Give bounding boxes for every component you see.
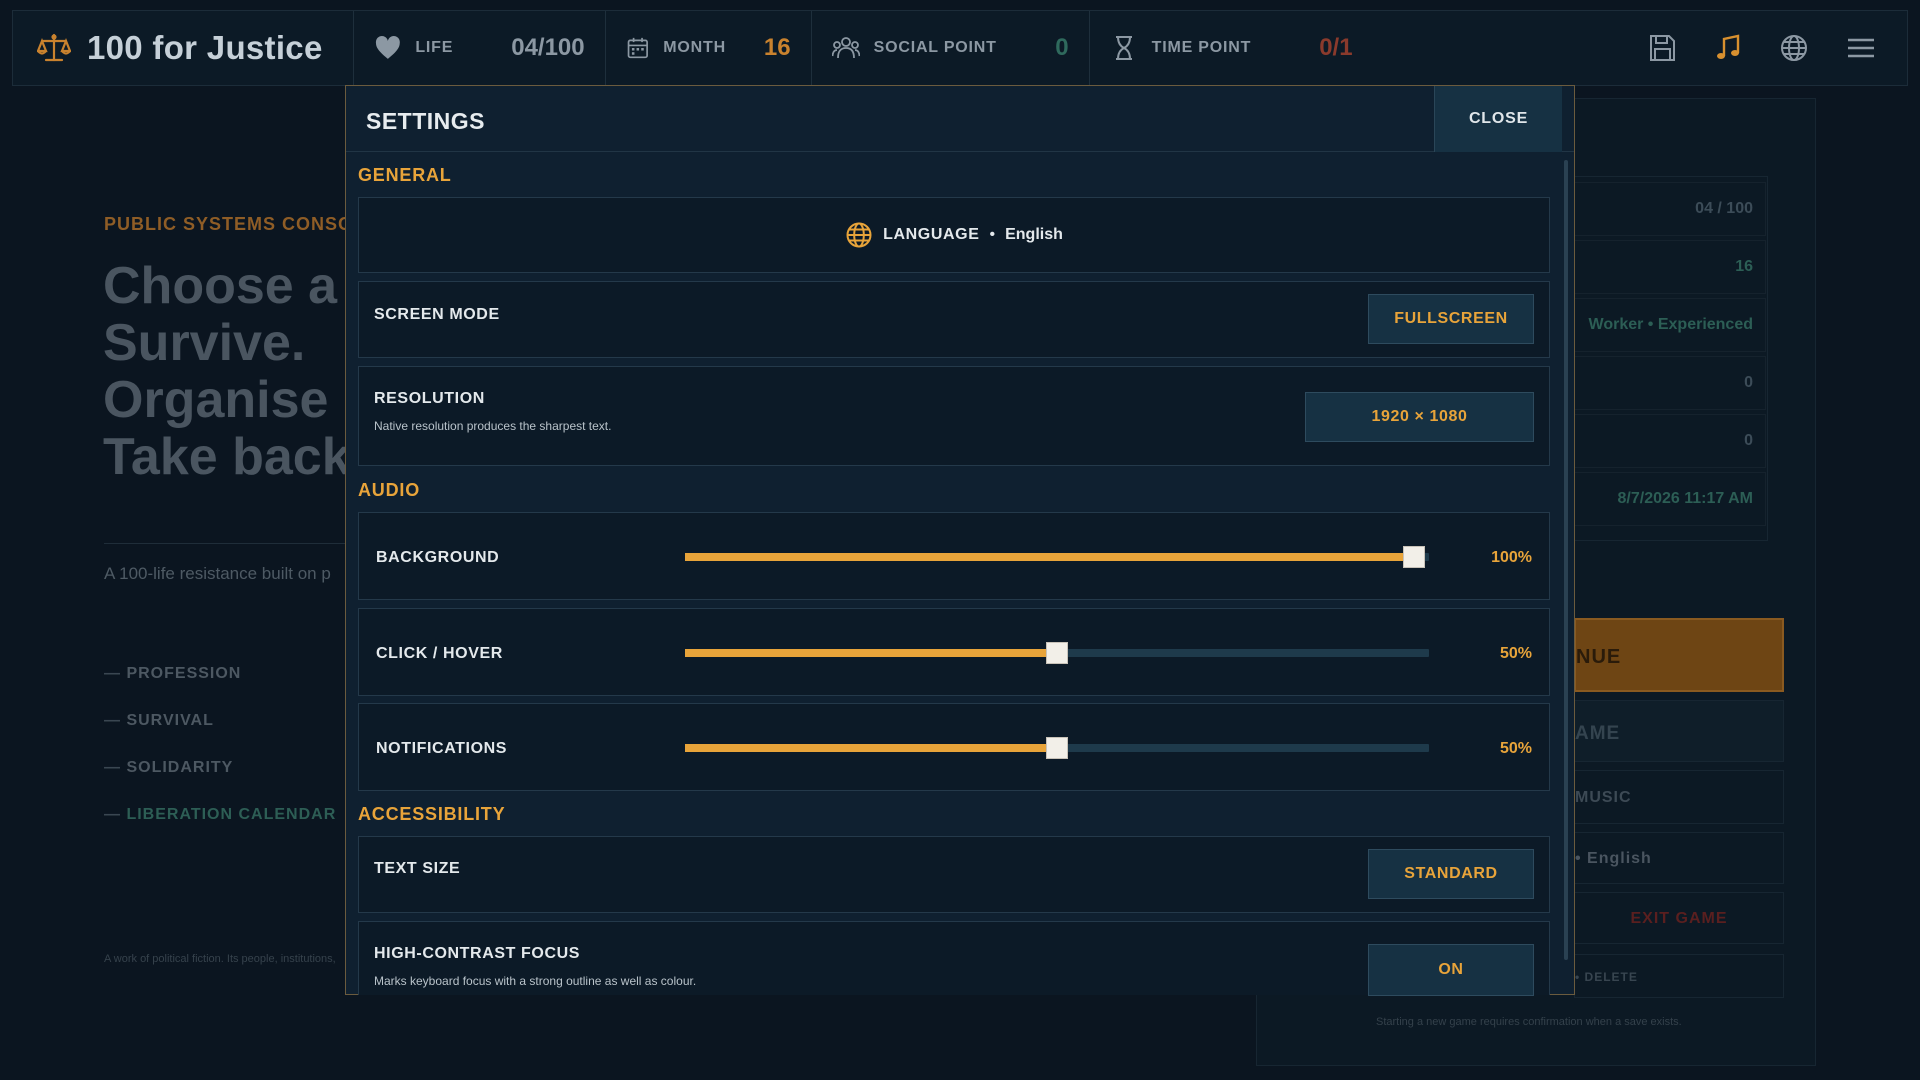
headline-line: Organise bbox=[103, 371, 329, 429]
save-date: 8/7/2026 11:17 AM bbox=[1617, 490, 1754, 507]
music-icon[interactable] bbox=[1713, 33, 1743, 63]
slider-fill bbox=[685, 553, 1415, 561]
close-button[interactable]: CLOSE bbox=[1434, 86, 1562, 152]
language-button[interactable]: • English bbox=[1574, 832, 1784, 884]
save-icon[interactable] bbox=[1647, 33, 1677, 63]
screen-mode-setting: SCREEN MODE FULLSCREEN bbox=[358, 281, 1550, 358]
text-size-label: TEXT SIZE bbox=[374, 860, 461, 877]
click-hover-volume-slider[interactable] bbox=[685, 642, 1429, 664]
resolution-label: RESOLUTION bbox=[374, 390, 485, 407]
screen-mode-button[interactable]: FULLSCREEN bbox=[1368, 294, 1534, 344]
notifications-volume-slider[interactable] bbox=[685, 737, 1429, 759]
slider-fill bbox=[685, 649, 1057, 657]
save-life: 04 / 100 bbox=[1695, 200, 1753, 217]
save-social: 0 bbox=[1744, 374, 1753, 391]
notifications-volume-setting: NOTIFICATIONS 50% bbox=[358, 703, 1550, 791]
background-volume-slider[interactable] bbox=[685, 546, 1429, 568]
separator-dot: • bbox=[989, 226, 996, 243]
section-accessibility-heading: ACCESSIBILITY bbox=[358, 804, 506, 824]
high-contrast-focus-toggle[interactable]: ON bbox=[1368, 944, 1534, 996]
globe-icon bbox=[846, 222, 872, 248]
delete-save-button[interactable]: • DELETE bbox=[1574, 954, 1784, 998]
language-label: LANGUAGE bbox=[883, 226, 980, 243]
music-button[interactable]: MUSIC bbox=[1574, 770, 1784, 824]
social-point-value: 0 bbox=[1055, 34, 1069, 61]
language-value: English bbox=[1005, 226, 1063, 243]
background-volume-label: BACKGROUND bbox=[376, 549, 500, 566]
resolution-description: Native resolution produces the sharpest … bbox=[374, 419, 612, 433]
people-icon bbox=[831, 37, 860, 59]
click-hover-volume-label: CLICK / HOVER bbox=[376, 645, 503, 662]
background-divider bbox=[104, 543, 354, 544]
globe-icon[interactable] bbox=[1779, 33, 1809, 63]
top-bar: 100 for Justice LIFE 04/100 MONTH 16 SOC… bbox=[12, 10, 1908, 86]
screen-mode-label: SCREEN MODE bbox=[374, 306, 500, 323]
settings-scrollbar[interactable] bbox=[1564, 160, 1568, 960]
nav-item-survival[interactable]: SURVIVAL bbox=[104, 712, 336, 759]
new-game-note: Starting a new game requires confirmatio… bbox=[1376, 1016, 1682, 1028]
headline-line: Take back bbox=[103, 428, 351, 486]
text-size-setting: TEXT SIZE STANDARD bbox=[358, 836, 1550, 913]
life-label: LIFE bbox=[415, 39, 454, 56]
slider-handle[interactable] bbox=[1046, 737, 1068, 759]
game-title: 100 for Justice bbox=[87, 29, 323, 66]
slider-handle[interactable] bbox=[1046, 642, 1068, 664]
social-point-label: SOCIAL POINT bbox=[873, 39, 997, 56]
notifications-volume-value: 50% bbox=[1499, 740, 1532, 757]
save-time: 0 bbox=[1744, 432, 1753, 449]
language-setting[interactable]: LANGUAGE • English bbox=[358, 197, 1550, 273]
save-month: 16 bbox=[1735, 258, 1753, 275]
social-point-stat: SOCIAL POINT 0 bbox=[812, 11, 1090, 85]
background-nav: PROFESSION SURVIVAL SOLIDARITY LIBERATIO… bbox=[104, 665, 336, 853]
settings-header: SETTINGS CLOSE bbox=[346, 86, 1574, 152]
high-contrast-focus-label: HIGH-CONTRAST FOCUS bbox=[374, 945, 581, 962]
slider-handle[interactable] bbox=[1403, 546, 1426, 568]
settings-modal: SETTINGS CLOSE GENERAL LANGUAGE • Englis… bbox=[345, 85, 1575, 996]
click-hover-volume-setting: CLICK / HOVER 50% bbox=[358, 608, 1550, 696]
background-headline: Choose a Survive. Organise Take back bbox=[103, 258, 351, 486]
time-point-stat: TIME POINT 0/1 bbox=[1090, 11, 1373, 85]
month-label: MONTH bbox=[663, 39, 726, 56]
nav-item-liberation-calendar[interactable]: LIBERATION CALENDAR bbox=[104, 806, 336, 853]
click-hover-volume-value: 50% bbox=[1499, 645, 1532, 662]
resolution-setting: RESOLUTION Native resolution produces th… bbox=[358, 366, 1550, 466]
continue-button[interactable]: NUE bbox=[1574, 618, 1784, 692]
menu-icon[interactable] bbox=[1845, 33, 1877, 63]
heart-icon bbox=[375, 36, 400, 59]
headline-line: Survive. bbox=[103, 314, 306, 372]
background-subtitle: A 100-life resistance built on p bbox=[104, 564, 331, 583]
time-point-value: 0/1 bbox=[1319, 34, 1353, 61]
life-value: 04/100 bbox=[511, 34, 585, 61]
section-general-heading: GENERAL bbox=[358, 165, 452, 185]
new-game-button[interactable]: AME bbox=[1574, 700, 1784, 762]
background-volume-setting: BACKGROUND 100% bbox=[358, 512, 1550, 600]
high-contrast-focus-setting: HIGH-CONTRAST FOCUS Marks keyboard focus… bbox=[358, 921, 1550, 996]
notifications-volume-label: NOTIFICATIONS bbox=[376, 740, 508, 757]
exit-game-button[interactable]: EXIT GAME bbox=[1574, 892, 1784, 944]
game-title-block: 100 for Justice bbox=[13, 11, 354, 85]
background-eyebrow: PUBLIC SYSTEMS CONSO bbox=[104, 214, 354, 234]
calendar-icon bbox=[627, 37, 648, 59]
text-size-button[interactable]: STANDARD bbox=[1368, 849, 1534, 899]
background-disclaimer: A work of political fiction. Its people,… bbox=[104, 953, 336, 965]
slider-fill bbox=[685, 744, 1057, 752]
section-audio-heading: AUDIO bbox=[358, 480, 420, 500]
resolution-select[interactable]: 1920 × 1080 bbox=[1305, 392, 1534, 442]
month-stat: MONTH 16 bbox=[606, 11, 812, 85]
month-value: 16 bbox=[763, 34, 791, 61]
scales-icon bbox=[37, 33, 71, 62]
top-bar-actions bbox=[1647, 11, 1877, 85]
life-stat: LIFE 04/100 bbox=[354, 11, 606, 85]
time-point-label: TIME POINT bbox=[1151, 39, 1252, 56]
save-profession: Worker • Experienced bbox=[1588, 316, 1753, 333]
headline-line: Choose a bbox=[103, 257, 338, 315]
nav-item-profession[interactable]: PROFESSION bbox=[104, 665, 336, 712]
high-contrast-focus-description: Marks keyboard focus with a strong outli… bbox=[374, 974, 697, 988]
settings-title: SETTINGS bbox=[366, 108, 486, 134]
language-row: LANGUAGE • English bbox=[359, 198, 1549, 272]
hourglass-icon bbox=[1115, 36, 1132, 60]
nav-item-solidarity[interactable]: SOLIDARITY bbox=[104, 759, 336, 806]
background-volume-value: 100% bbox=[1491, 549, 1532, 566]
